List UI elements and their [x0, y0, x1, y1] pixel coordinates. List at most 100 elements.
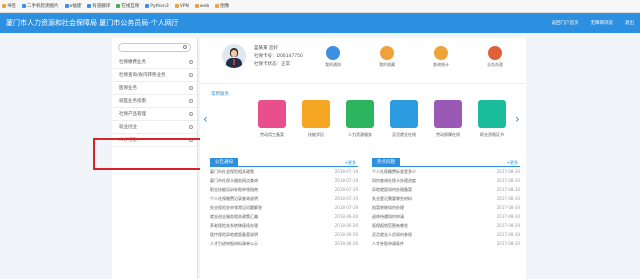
news-date: 2018-06-26 — [334, 214, 358, 219]
news-row[interactable]: 职业技能培训补贴申领指南 2018-07-19 — [210, 185, 358, 194]
sidebar-item[interactable]: 社保产品管理 — [112, 108, 197, 121]
news-row[interactable]: 退休待遇如何申请 2017-08-30 — [372, 212, 520, 221]
news-row[interactable]: 就业创业服务相关政策汇编 2018-06-26 — [210, 212, 358, 221]
home-link[interactable]: 返回门户首页 — [552, 20, 579, 26]
news-title: 异地就医如何办理备案 — [372, 186, 412, 192]
bookmark-icon — [87, 4, 92, 8]
news-date: 2017-08-30 — [496, 187, 520, 192]
service-tile[interactable]: 劳动保障在线 — [432, 100, 464, 138]
news-row[interactable]: 厦门市社会保险相关政策 2018-07-19 — [210, 167, 358, 176]
news-title: 人才补贴申请条件 — [372, 240, 404, 246]
news-panel-tab[interactable]: 热点问题 — [372, 158, 400, 167]
bookmark-item[interactable]: web — [194, 3, 210, 9]
quick-link-icon — [326, 46, 340, 60]
news-row[interactable]: 灵活就业人员如何参保 2017-08-30 — [372, 230, 520, 239]
bookmark-label: 二手机检测图片 — [27, 4, 59, 9]
bookmark-label: web — [199, 3, 210, 9]
sidebar-item-label: 就业创业 — [119, 125, 137, 130]
news-panel: 公告通知 +更多 厦门市社会保险相关政策 2018-07-19 厦门市社保卡服务网点查询… — [210, 158, 358, 248]
news-row[interactable]: 失业登记需要哪些材料 2017-08-30 — [372, 194, 520, 203]
news-row[interactable]: 养老保险关系转移接续办理 2018-06-26 — [210, 221, 358, 230]
news-title: 医保报销范围有哪些 — [372, 222, 408, 228]
news-date: 2017-08-30 — [496, 223, 520, 228]
service-tile[interactable]: 技能学历 — [300, 100, 332, 138]
news-row[interactable]: 失业保险金申领常见问题解答 2018-07-19 — [210, 203, 358, 212]
quick-link[interactable]: 我的通知 — [318, 46, 348, 68]
bookmark-item[interactable]: 二手机检测图片 — [22, 3, 59, 9]
bookmark-item[interactable]: VPN — [174, 3, 189, 9]
main-content: 蓝某某 您好 社保卡号：D06147750 社保卡状态：正常 我的通知 我的收藏 查… — [200, 38, 526, 279]
news-row[interactable]: 医疗保险异地就医备案说明 2018-06-26 — [210, 230, 358, 239]
service-label: 劳动保障在线 — [436, 132, 460, 137]
bookmark-item[interactable]: e福建 — [64, 3, 81, 9]
sidebar-item[interactable]: 医保业务 — [112, 82, 197, 95]
more-link[interactable]: +更多 — [345, 160, 356, 166]
bookmark-icon — [194, 4, 199, 8]
service-icon — [346, 100, 374, 128]
news-date: 2018-06-26 — [334, 232, 358, 237]
sidebar-search-input[interactable] — [118, 43, 191, 52]
news-date: 2018-07-19 — [334, 169, 358, 174]
news-date: 2017-08-30 — [496, 214, 520, 219]
bookmark-icon — [22, 4, 26, 8]
service-icon — [258, 100, 286, 128]
bookmark-item[interactable]: 图像 — [215, 3, 229, 9]
sidebar-item-label: 社保查询/省内转移业务 — [119, 73, 166, 78]
news-panel-header: 公告通知 +更多 — [210, 158, 358, 167]
service-tile[interactable]: 人力资源服务 — [344, 100, 376, 138]
sidebar-item[interactable]: 就医业务指南 — [112, 95, 197, 108]
news-row[interactable]: 个人社保缴费记录查询说明 2018-07-19 — [210, 194, 358, 203]
chevron-icon — [189, 99, 193, 103]
bookmark-label: 图像 — [220, 4, 230, 9]
news-row[interactable]: 个人社保缴费标准是多少 2017-08-30 — [372, 167, 520, 176]
bookmark-item[interactable]: 有道翻译 — [87, 3, 110, 9]
news-title: 养老保险关系转移接续办理 — [210, 222, 258, 228]
news-row[interactable]: 人才补贴申请条件 2017-08-30 — [372, 239, 520, 248]
chevron-left-icon[interactable]: ‹ — [203, 112, 208, 126]
services-title: 常用服务 — [211, 92, 229, 97]
service-tile[interactable]: 劳动用工备案 — [256, 100, 288, 138]
service-label: 技能学历 — [308, 132, 324, 137]
bookmark-label: VPN — [179, 3, 189, 9]
news-row[interactable]: 人才引进申报材料清单公示 2018-06-26 — [210, 239, 358, 248]
service-tile[interactable]: 灵活就业在线 — [388, 100, 420, 138]
news-title: 职业技能培训补贴申领指南 — [210, 186, 258, 192]
quick-link[interactable]: 业务办理 — [480, 46, 510, 68]
bookmark-icon — [215, 4, 220, 8]
news-row[interactable]: 异地就医如何办理备案 2017-08-30 — [372, 185, 520, 194]
profile-card: 蓝某某 您好 社保卡号：D06147750 社保卡状态：正常 我的通知 我的收藏 查… — [200, 38, 526, 84]
more-link[interactable]: +更多 — [507, 160, 518, 166]
bookmarks-bar: 书签 二手机检测图片 e福建 有道翻译 在线互保 Python3 VPN web 图像 — [0, 0, 640, 13]
news-row[interactable]: 档案转移如何办理 2017-08-30 — [372, 203, 520, 212]
bookmark-item[interactable]: Python3 — [145, 4, 169, 9]
news-date: 2017-08-30 — [496, 205, 520, 210]
avatar — [222, 44, 246, 68]
bookmark-item[interactable]: 在线互保 — [116, 3, 139, 9]
chevron-icon — [189, 73, 193, 77]
quick-link[interactable]: 我的收藏 — [372, 46, 402, 68]
chevron-icon — [189, 112, 193, 116]
sidebar-item[interactable]: 社保查询/省内转移业务 — [112, 69, 197, 82]
news-date: 2018-07-19 — [334, 178, 358, 183]
news-row[interactable]: 医保报销范围有哪些 2017-08-30 — [372, 221, 520, 230]
profile-greeting: 您好 — [268, 46, 278, 51]
chevron-right-icon[interactable]: › — [515, 112, 520, 126]
profile-name: 蓝某某 — [254, 46, 268, 51]
chevron-icon — [189, 125, 193, 129]
accessibility-link[interactable]: 无障碍浏览 — [591, 20, 614, 26]
sidebar-item[interactable]: 社保缴费业务 — [112, 56, 197, 69]
logout-link[interactable]: 退出 — [625, 20, 634, 26]
news-row[interactable]: 厦门市社保卡服务网点查询 2018-07-19 — [210, 176, 358, 185]
sidebar-item[interactable]: 就业创业 — [112, 121, 197, 134]
site-header: 厦门市人力资源和社会保障局 厦门市公务员局-个人网厅 返回门户首页 无障碍浏览 … — [0, 13, 640, 33]
chevron-icon — [189, 86, 193, 90]
profile-info: 蓝某某 您好 社保卡号：D06147750 社保卡状态：正常 — [254, 45, 303, 69]
bookmark-label: 有道翻译 — [92, 4, 111, 9]
search-icon[interactable] — [183, 45, 187, 49]
news-title: 人才引进申报材料清单公示 — [210, 240, 258, 246]
quick-link[interactable]: 查询统计 — [426, 46, 456, 68]
service-tile[interactable]: 职业资格证书 — [476, 100, 508, 138]
bookmark-item[interactable]: 书签 — [2, 3, 16, 9]
news-panel-tab[interactable]: 公告通知 — [210, 158, 238, 167]
news-row[interactable]: 如何查询社保卡办理进度 2017-08-30 — [372, 176, 520, 185]
